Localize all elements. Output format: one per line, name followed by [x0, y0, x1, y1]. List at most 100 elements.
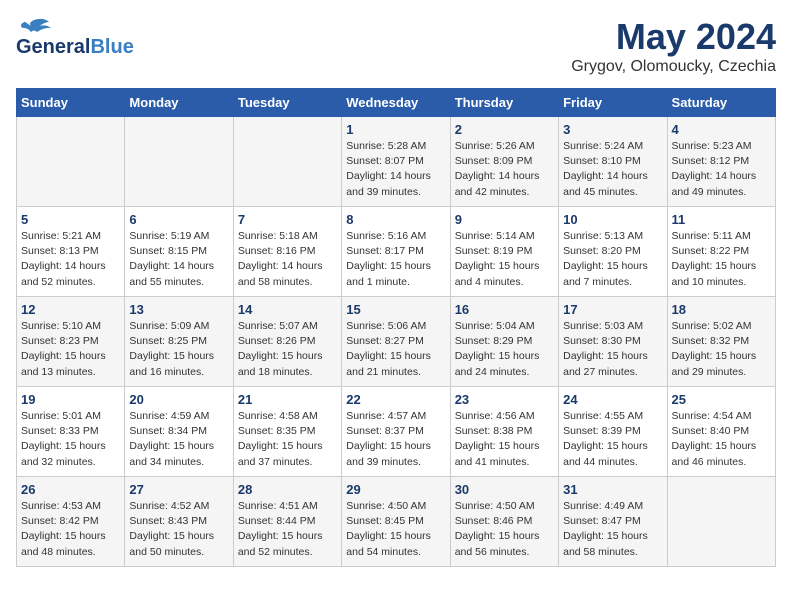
day-info: Sunrise: 4:50 AM Sunset: 8:45 PM Dayligh…	[346, 499, 445, 560]
day-info: Sunrise: 4:51 AM Sunset: 8:44 PM Dayligh…	[238, 499, 337, 560]
day-number: 20	[129, 392, 228, 407]
day-info: Sunrise: 5:02 AM Sunset: 8:32 PM Dayligh…	[672, 319, 771, 380]
day-info: Sunrise: 5:11 AM Sunset: 8:22 PM Dayligh…	[672, 229, 771, 290]
day-number: 21	[238, 392, 337, 407]
day-number: 25	[672, 392, 771, 407]
title-area: May 2024 Grygov, Olomoucky, Czechia	[571, 16, 776, 76]
logo-icon	[16, 16, 52, 36]
day-number: 13	[129, 302, 228, 317]
day-number: 15	[346, 302, 445, 317]
day-cell	[233, 117, 341, 207]
day-info: Sunrise: 5:19 AM Sunset: 8:15 PM Dayligh…	[129, 229, 228, 290]
week-row-3: 12 Sunrise: 5:10 AM Sunset: 8:23 PM Dayli…	[17, 297, 776, 387]
day-cell: 22 Sunrise: 4:57 AM Sunset: 8:37 PM Dayli…	[342, 387, 450, 477]
day-number: 23	[455, 392, 554, 407]
day-number: 16	[455, 302, 554, 317]
day-cell: 3 Sunrise: 5:24 AM Sunset: 8:10 PM Daylig…	[559, 117, 667, 207]
day-info: Sunrise: 4:54 AM Sunset: 8:40 PM Dayligh…	[672, 409, 771, 470]
day-cell: 30 Sunrise: 4:50 AM Sunset: 8:46 PM Dayli…	[450, 477, 558, 567]
header-cell-friday: Friday	[559, 89, 667, 117]
day-number: 1	[346, 122, 445, 137]
day-info: Sunrise: 5:24 AM Sunset: 8:10 PM Dayligh…	[563, 139, 662, 200]
day-info: Sunrise: 4:56 AM Sunset: 8:38 PM Dayligh…	[455, 409, 554, 470]
day-cell: 25 Sunrise: 4:54 AM Sunset: 8:40 PM Dayli…	[667, 387, 775, 477]
day-number: 31	[563, 482, 662, 497]
month-title: May 2024	[571, 16, 776, 58]
day-info: Sunrise: 5:28 AM Sunset: 8:07 PM Dayligh…	[346, 139, 445, 200]
day-cell: 8Sunrise: 5:16 AM Sunset: 8:17 PM Daylig…	[342, 207, 450, 297]
day-info: Sunrise: 4:49 AM Sunset: 8:47 PM Dayligh…	[563, 499, 662, 560]
week-row-1: 1 Sunrise: 5:28 AM Sunset: 8:07 PM Daylig…	[17, 117, 776, 207]
day-info: Sunrise: 5:06 AM Sunset: 8:27 PM Dayligh…	[346, 319, 445, 380]
day-cell: 28 Sunrise: 4:51 AM Sunset: 8:44 PM Dayli…	[233, 477, 341, 567]
day-info: Sunrise: 5:03 AM Sunset: 8:30 PM Dayligh…	[563, 319, 662, 380]
day-number: 4	[672, 122, 771, 137]
header-cell-monday: Monday	[125, 89, 233, 117]
day-number: 18	[672, 302, 771, 317]
day-info: Sunrise: 5:14 AM Sunset: 8:19 PM Dayligh…	[455, 229, 554, 290]
week-row-5: 26Sunrise: 4:53 AM Sunset: 8:42 PM Dayli…	[17, 477, 776, 567]
day-info: Sunrise: 5:04 AM Sunset: 8:29 PM Dayligh…	[455, 319, 554, 380]
day-info: Sunrise: 5:09 AM Sunset: 8:25 PM Dayligh…	[129, 319, 228, 380]
header-cell-saturday: Saturday	[667, 89, 775, 117]
day-cell: 26Sunrise: 4:53 AM Sunset: 8:42 PM Dayli…	[17, 477, 125, 567]
day-cell: 6 Sunrise: 5:19 AM Sunset: 8:15 PM Daylig…	[125, 207, 233, 297]
day-cell: 7 Sunrise: 5:18 AM Sunset: 8:16 PM Daylig…	[233, 207, 341, 297]
day-number: 6	[129, 212, 228, 227]
day-cell	[667, 477, 775, 567]
day-cell: 19 Sunrise: 5:01 AM Sunset: 8:33 PM Dayli…	[17, 387, 125, 477]
day-number: 28	[238, 482, 337, 497]
day-info: Sunrise: 5:23 AM Sunset: 8:12 PM Dayligh…	[672, 139, 771, 200]
day-info: Sunrise: 4:58 AM Sunset: 8:35 PM Dayligh…	[238, 409, 337, 470]
day-info: Sunrise: 4:55 AM Sunset: 8:39 PM Dayligh…	[563, 409, 662, 470]
day-cell: 15 Sunrise: 5:06 AM Sunset: 8:27 PM Dayli…	[342, 297, 450, 387]
day-cell: 1 Sunrise: 5:28 AM Sunset: 8:07 PM Daylig…	[342, 117, 450, 207]
header-cell-sunday: Sunday	[17, 89, 125, 117]
day-cell: 14Sunrise: 5:07 AM Sunset: 8:26 PM Dayli…	[233, 297, 341, 387]
day-number: 9	[455, 212, 554, 227]
day-info: Sunrise: 5:10 AM Sunset: 8:23 PM Dayligh…	[21, 319, 120, 380]
day-number: 19	[21, 392, 120, 407]
day-info: Sunrise: 4:50 AM Sunset: 8:46 PM Dayligh…	[455, 499, 554, 560]
calendar-table: SundayMondayTuesdayWednesdayThursdayFrid…	[16, 88, 776, 567]
day-cell: 2Sunrise: 5:26 AM Sunset: 8:09 PM Daylig…	[450, 117, 558, 207]
day-info: Sunrise: 5:26 AM Sunset: 8:09 PM Dayligh…	[455, 139, 554, 200]
day-cell: 12 Sunrise: 5:10 AM Sunset: 8:23 PM Dayli…	[17, 297, 125, 387]
day-number: 7	[238, 212, 337, 227]
day-number: 3	[563, 122, 662, 137]
day-number: 24	[563, 392, 662, 407]
day-info: Sunrise: 5:18 AM Sunset: 8:16 PM Dayligh…	[238, 229, 337, 290]
day-cell: 29 Sunrise: 4:50 AM Sunset: 8:45 PM Dayli…	[342, 477, 450, 567]
day-number: 30	[455, 482, 554, 497]
week-row-2: 5 Sunrise: 5:21 AM Sunset: 8:13 PM Daylig…	[17, 207, 776, 297]
day-cell	[17, 117, 125, 207]
day-cell: 18 Sunrise: 5:02 AM Sunset: 8:32 PM Dayli…	[667, 297, 775, 387]
day-cell: 20Sunrise: 4:59 AM Sunset: 8:34 PM Dayli…	[125, 387, 233, 477]
header-cell-wednesday: Wednesday	[342, 89, 450, 117]
day-cell: 11Sunrise: 5:11 AM Sunset: 8:22 PM Dayli…	[667, 207, 775, 297]
day-cell: 5 Sunrise: 5:21 AM Sunset: 8:13 PM Daylig…	[17, 207, 125, 297]
day-cell: 17 Sunrise: 5:03 AM Sunset: 8:30 PM Dayli…	[559, 297, 667, 387]
logo-text-blue: Blue	[90, 36, 133, 59]
day-cell: 21 Sunrise: 4:58 AM Sunset: 8:35 PM Dayli…	[233, 387, 341, 477]
day-cell: 23 Sunrise: 4:56 AM Sunset: 8:38 PM Dayli…	[450, 387, 558, 477]
day-number: 12	[21, 302, 120, 317]
day-info: Sunrise: 5:01 AM Sunset: 8:33 PM Dayligh…	[21, 409, 120, 470]
week-row-4: 19 Sunrise: 5:01 AM Sunset: 8:33 PM Dayli…	[17, 387, 776, 477]
day-cell: 27 Sunrise: 4:52 AM Sunset: 8:43 PM Dayli…	[125, 477, 233, 567]
day-number: 27	[129, 482, 228, 497]
day-number: 26	[21, 482, 120, 497]
day-cell: 31 Sunrise: 4:49 AM Sunset: 8:47 PM Dayli…	[559, 477, 667, 567]
day-number: 29	[346, 482, 445, 497]
day-info: Sunrise: 5:13 AM Sunset: 8:20 PM Dayligh…	[563, 229, 662, 290]
day-info: Sunrise: 4:52 AM Sunset: 8:43 PM Dayligh…	[129, 499, 228, 560]
day-info: Sunrise: 5:21 AM Sunset: 8:13 PM Dayligh…	[21, 229, 120, 290]
location-title: Grygov, Olomoucky, Czechia	[571, 58, 776, 76]
day-cell: 16 Sunrise: 5:04 AM Sunset: 8:29 PM Dayli…	[450, 297, 558, 387]
day-number: 10	[563, 212, 662, 227]
day-number: 5	[21, 212, 120, 227]
day-number: 17	[563, 302, 662, 317]
day-info: Sunrise: 4:57 AM Sunset: 8:37 PM Dayligh…	[346, 409, 445, 470]
day-number: 22	[346, 392, 445, 407]
day-cell: 10 Sunrise: 5:13 AM Sunset: 8:20 PM Dayli…	[559, 207, 667, 297]
